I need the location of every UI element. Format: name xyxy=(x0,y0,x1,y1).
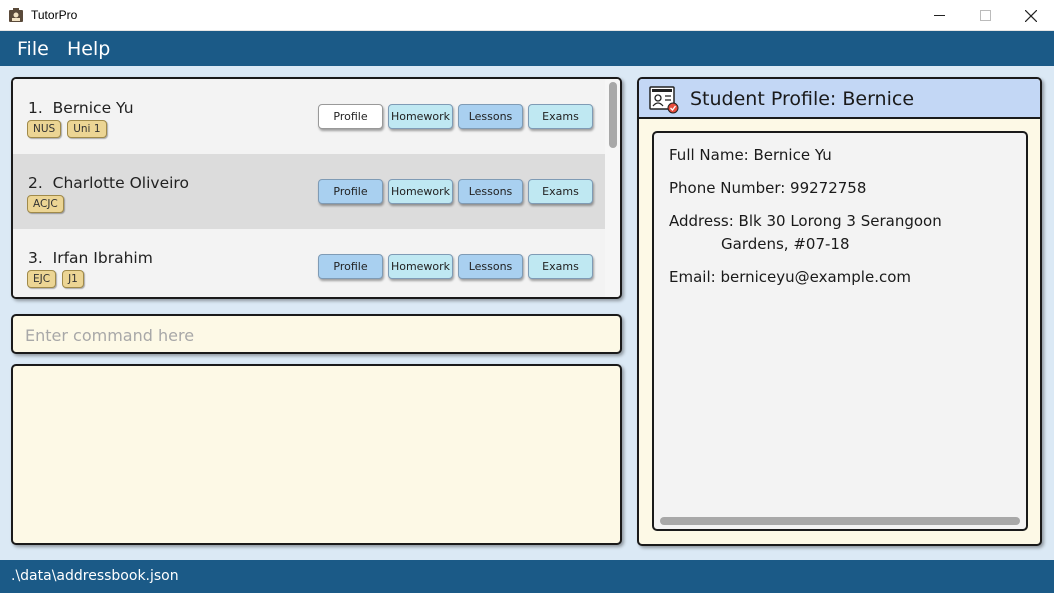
save-location: .\data\addressbook.json xyxy=(11,568,179,584)
title-bar: TutorPro xyxy=(0,0,1054,31)
address-field: Address: Blk 30 Lorong 3 Serangoon xyxy=(669,212,942,230)
lessons-button[interactable]: Lessons xyxy=(458,254,523,279)
menu-bar: File Help xyxy=(0,31,1054,66)
homework-button[interactable]: Homework xyxy=(388,254,453,279)
tag: ACJC xyxy=(27,195,64,213)
student-name: 3. Irfan Ibrahim xyxy=(28,249,153,267)
exams-button[interactable]: Exams xyxy=(528,254,593,279)
exams-button[interactable]: Exams xyxy=(528,104,593,129)
command-box xyxy=(11,314,622,354)
list-scrollbar-thumb[interactable] xyxy=(609,82,617,148)
minimize-button[interactable] xyxy=(916,0,962,31)
profile-horizontal-scrollbar[interactable] xyxy=(660,517,1020,525)
lessons-button[interactable]: Lessons xyxy=(458,179,523,204)
student-index: 2. xyxy=(28,174,43,192)
row-actions: Profile Homework Lessons Exams xyxy=(318,104,593,129)
tag: J1 xyxy=(62,270,84,288)
student-name: 2. Charlotte Oliveiro xyxy=(28,174,189,192)
status-bar: .\data\addressbook.json xyxy=(0,560,1054,593)
homework-button[interactable]: Homework xyxy=(388,179,453,204)
tag-list: EJC J1 xyxy=(27,270,84,288)
menu-file[interactable]: File xyxy=(17,38,49,60)
student-row[interactable]: 2. Charlotte Oliveiro ACJC Profile Homew… xyxy=(13,154,605,229)
homework-button[interactable]: Homework xyxy=(388,104,453,129)
student-name: 1. Bernice Yu xyxy=(28,99,134,117)
full-name-field: Full Name: Bernice Yu xyxy=(669,146,832,164)
row-actions: Profile Homework Lessons Exams xyxy=(318,254,593,279)
tag: EJC xyxy=(27,270,57,288)
student-row[interactable]: 3. Irfan Ibrahim EJC J1 Profile Homework… xyxy=(13,229,605,297)
profile-title: Student Profile: Bernice xyxy=(690,88,915,110)
profile-details: Full Name: Bernice Yu Phone Number: 9927… xyxy=(652,131,1028,531)
student-row[interactable]: 1. Bernice Yu NUS Uni 1 Profile Homework… xyxy=(13,79,605,154)
profile-button[interactable]: Profile xyxy=(318,254,383,279)
menu-help[interactable]: Help xyxy=(67,38,110,60)
window-title: TutorPro xyxy=(31,8,78,22)
main-area: 1. Bernice Yu NUS Uni 1 Profile Homework… xyxy=(0,66,1054,560)
maximize-button[interactable] xyxy=(962,0,1008,31)
email-field: Email: berniceyu@example.com xyxy=(669,268,911,286)
exams-button[interactable]: Exams xyxy=(528,179,593,204)
lessons-button[interactable]: Lessons xyxy=(458,104,523,129)
maximize-icon xyxy=(979,10,991,21)
tag-list: ACJC xyxy=(27,195,64,213)
student-index: 1. xyxy=(28,99,43,117)
profile-panel: Student Profile: Bernice Full Name: Bern… xyxy=(637,77,1042,546)
address-field-line2: Gardens, #07-18 xyxy=(721,235,850,253)
student-index: 3. xyxy=(28,249,43,267)
minimize-icon xyxy=(933,15,945,16)
tag: NUS xyxy=(27,120,62,138)
tag-list: NUS Uni 1 xyxy=(27,120,107,138)
phone-field: Phone Number: 99272758 xyxy=(669,179,867,197)
result-display[interactable] xyxy=(11,364,622,545)
profile-button[interactable]: Profile xyxy=(318,104,383,129)
row-actions: Profile Homework Lessons Exams xyxy=(318,179,593,204)
profile-header: Student Profile: Bernice xyxy=(639,79,1040,119)
profile-card-icon xyxy=(649,86,679,114)
student-name-text: Irfan Ibrahim xyxy=(52,249,153,267)
close-icon xyxy=(1025,9,1037,22)
student-name-text: Bernice Yu xyxy=(52,99,134,117)
list-scroll-track[interactable] xyxy=(605,79,620,297)
student-list: 1. Bernice Yu NUS Uni 1 Profile Homework… xyxy=(11,77,622,299)
app-icon xyxy=(9,8,23,22)
command-input[interactable] xyxy=(25,324,605,346)
tag: Uni 1 xyxy=(67,120,107,138)
close-button[interactable] xyxy=(1008,0,1054,31)
student-name-text: Charlotte Oliveiro xyxy=(52,174,189,192)
profile-button[interactable]: Profile xyxy=(318,179,383,204)
